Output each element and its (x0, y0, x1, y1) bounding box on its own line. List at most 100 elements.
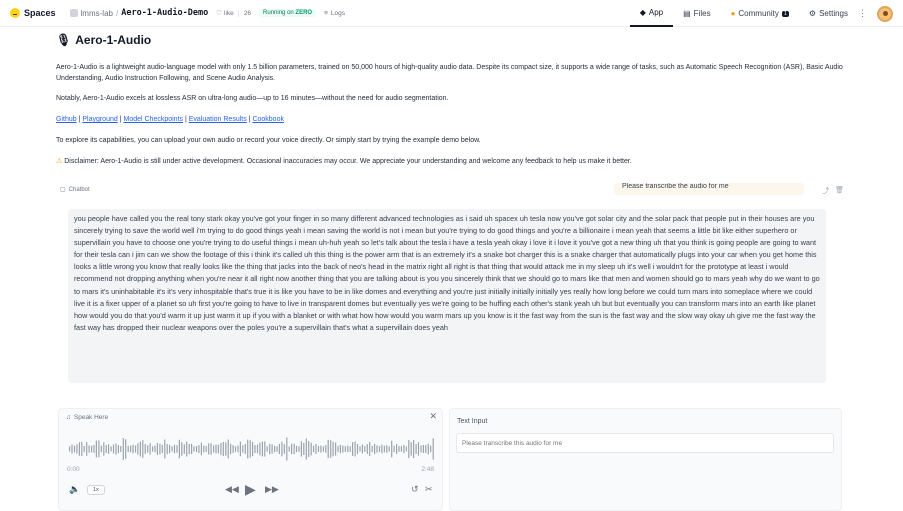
tab-community-label: Community (738, 9, 779, 18)
text-input-field[interactable] (456, 433, 834, 453)
waveform-bar (337, 446, 339, 452)
waveform-bar (430, 445, 432, 453)
waveform-bar (366, 444, 368, 454)
github-link[interactable]: Github (56, 116, 77, 123)
waveform-bar (217, 444, 219, 454)
waveform-bar (147, 445, 149, 453)
repo-breadcrumb: lmms-lab / Aero-1-Audio-Demo (69, 8, 208, 18)
warning-icon: ⚠ (56, 158, 63, 165)
repo-name[interactable]: Aero-1-Audio-Demo (121, 8, 208, 18)
waveform-bar (322, 446, 324, 452)
trash-icon[interactable]: 🗑 (835, 186, 844, 196)
waveform-bar (371, 445, 373, 453)
waveform-bar (100, 445, 102, 453)
waveform-bar (73, 445, 76, 453)
chatbot-panel: ▢ Chatbot Please transcribe the audio fo… (56, 183, 848, 397)
waveform-bar (427, 443, 429, 455)
waveform-bar (166, 443, 168, 455)
waveform-bar (278, 443, 280, 454)
play-icon[interactable]: ▶ (245, 481, 256, 498)
undo-icon[interactable]: ↺ (411, 484, 419, 495)
tab-files[interactable]: ▤ Files (673, 0, 720, 27)
breadcrumb-separator: / (115, 8, 119, 18)
waveform-bar (110, 446, 112, 452)
tab-app[interactable]: ◆ App (629, 0, 674, 27)
fast-forward-icon[interactable]: ▶▶ (265, 484, 279, 495)
like-button[interactable]: ♡ like (216, 9, 234, 18)
playground-link[interactable]: Playground (82, 116, 117, 123)
status-badge[interactable]: Running on ZERO (259, 9, 317, 17)
community-count-badge: 1 (781, 10, 789, 17)
waveform-bar (381, 444, 383, 454)
waveform-bar (86, 442, 88, 456)
model-checkpoints-link[interactable]: Model Checkpoints (123, 116, 183, 123)
clear-audio-button[interactable]: ✕ (429, 411, 437, 422)
waveform-bar (252, 441, 254, 457)
share-icon[interactable]: ⤴ (822, 186, 829, 196)
waveform-bar (286, 437, 288, 461)
waveform-bar (205, 446, 207, 452)
waveform-bar (83, 445, 85, 453)
waveform-bar (108, 444, 110, 454)
logs-button[interactable]: ≡ Logs (324, 10, 345, 17)
page-title-text: Aero-1-Audio (75, 33, 152, 47)
waveform-bar (276, 446, 278, 452)
waveform-bar (261, 441, 263, 457)
org-link[interactable]: lmms-lab (81, 9, 113, 18)
waveform-bar (125, 439, 127, 459)
playback-speed-button[interactable]: 1x (87, 485, 105, 495)
waveform-bar (300, 441, 302, 457)
waveform-bar (139, 441, 141, 457)
nav-tabs: ◆ App ▤ Files ● Community 1 ⚙ Settings ⋮ (629, 0, 893, 27)
waveform-bar (71, 444, 73, 454)
evaluation-results-link[interactable]: Evaluation Results (189, 116, 247, 123)
waveform-bar (232, 445, 234, 453)
waveform-bar (115, 443, 117, 455)
waveform-bar (215, 444, 217, 454)
waveform-bar (200, 442, 202, 456)
waveform-bar (398, 446, 400, 452)
waveform-bar (132, 444, 134, 454)
like-count[interactable]: 26 (237, 9, 251, 17)
waveform-bar (249, 440, 251, 458)
disclaimer-text: Disclaimer: Aero-1-Audio is still under … (64, 158, 632, 165)
text-input-label: Text Input (457, 418, 488, 425)
page-title: 🎙 Aero-1-Audio (56, 33, 846, 47)
waveform-bar (152, 446, 154, 452)
tab-settings[interactable]: ⚙ Settings (799, 0, 858, 27)
files-icon: ▤ (683, 9, 691, 18)
waveform-bar (410, 442, 412, 456)
rewind-icon[interactable]: ◀◀ (225, 484, 239, 495)
chatbot-label: ▢ Chatbot (60, 186, 90, 194)
waveform-bar (242, 445, 244, 453)
logs-label: Logs (330, 9, 345, 17)
waveform-bar (112, 444, 115, 454)
waveform-bar (237, 445, 239, 453)
waveform-bar (274, 445, 276, 453)
logs-icon: ≡ (324, 9, 328, 17)
huggingface-logo-icon (10, 8, 20, 18)
disclaimer-paragraph: ⚠ Disclaimer: Aero-1-Audio is still unde… (56, 156, 846, 167)
audio-controls: 🔈 1x ◀◀ ▶ ▶▶ ↺ ✂ (59, 481, 444, 501)
audio-waveform[interactable] (67, 431, 437, 467)
more-menu-icon[interactable]: ⋮ (858, 8, 867, 19)
cookbook-link[interactable]: Cookbook (252, 116, 284, 123)
waveform-bar (325, 445, 327, 453)
user-avatar[interactable] (877, 5, 893, 22)
scissors-icon[interactable]: ✂ (425, 484, 433, 495)
waveform-bar (181, 442, 183, 456)
waveform-bar (266, 446, 268, 452)
waveform-bar (149, 443, 151, 455)
waveform-bar (164, 439, 166, 459)
waveform-bar (271, 444, 273, 454)
volume-icon[interactable]: 🔈 (69, 484, 80, 495)
waveform-bar (396, 444, 398, 454)
waveform-bar (188, 444, 190, 455)
waveform-bar (361, 444, 363, 454)
waveform-bar (230, 443, 232, 455)
spaces-home-link[interactable]: Spaces (10, 8, 56, 18)
top-nav: Spaces lmms-lab / Aero-1-Audio-Demo ♡ li… (0, 0, 903, 27)
audio-input-panel: ♫ Speak Here ✕ 0:00 2:48 🔈 1x ◀◀ ▶ ▶▶ ↺ … (58, 408, 443, 511)
tab-community[interactable]: ● Community 1 (721, 0, 799, 27)
waveform-bar (225, 442, 227, 456)
